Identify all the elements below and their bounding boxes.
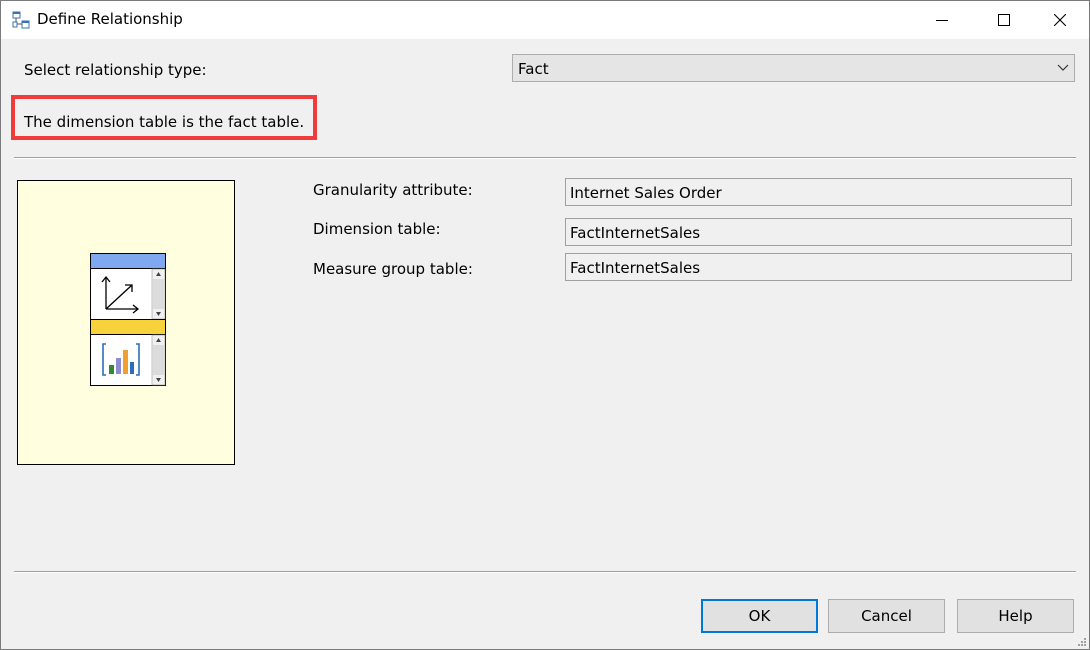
- fact-relationship-illustration: [90, 253, 166, 386]
- relationship-type-label: Select relationship type:: [24, 61, 207, 79]
- dimension-table-value: FactInternetSales: [570, 224, 701, 242]
- define-relationship-dialog: Define Relationship Select relationship …: [0, 0, 1090, 650]
- relationship-diagram: [17, 180, 235, 465]
- window-title: Define Relationship: [37, 10, 183, 28]
- granularity-attribute-label: Granularity attribute:: [313, 181, 473, 199]
- dimension-table-label: Dimension table:: [313, 220, 441, 238]
- granularity-attribute-field[interactable]: Internet Sales Order: [565, 178, 1072, 206]
- measure-group-table-label: Measure group table:: [313, 260, 473, 278]
- dimension-table-field[interactable]: FactInternetSales: [565, 218, 1072, 246]
- separator-bottom: [14, 571, 1076, 573]
- measure-group-table-value: FactInternetSales: [570, 259, 701, 277]
- relationship-type-value: Fact: [518, 60, 549, 78]
- minimize-button[interactable]: [917, 1, 967, 39]
- granularity-attribute-value: Internet Sales Order: [570, 184, 722, 202]
- ok-button[interactable]: OK: [701, 599, 818, 633]
- relationship-description: The dimension table is the fact table.: [24, 113, 305, 131]
- title-bar: Define Relationship: [1, 1, 1089, 39]
- minimize-icon: [936, 20, 948, 21]
- close-icon: [1054, 14, 1066, 26]
- close-button[interactable]: [1035, 1, 1085, 39]
- chevron-down-icon: [1057, 64, 1069, 71]
- help-button[interactable]: Help: [957, 599, 1074, 633]
- maximize-button[interactable]: [979, 1, 1029, 39]
- measure-group-table-field[interactable]: FactInternetSales: [565, 253, 1072, 281]
- separator-top: [14, 157, 1076, 159]
- resize-grip-icon[interactable]: [1075, 635, 1087, 647]
- maximize-icon: [998, 14, 1010, 26]
- relationship-type-select[interactable]: Fact: [512, 54, 1075, 82]
- cancel-button[interactable]: Cancel: [828, 599, 945, 633]
- relationship-icon: [12, 11, 30, 29]
